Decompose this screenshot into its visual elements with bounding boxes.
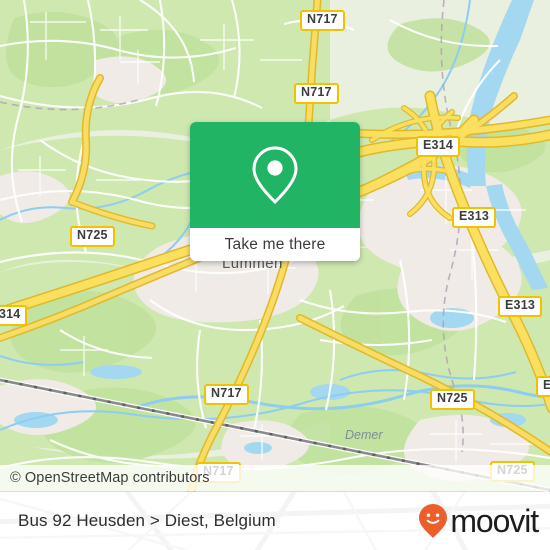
road-shield-e313-lower: E313	[498, 296, 542, 317]
road-shield-e314-edge: 314	[0, 305, 28, 326]
road-shield-n717-lower: N717	[204, 384, 249, 405]
osm-attribution-text: © OpenStreetMap contributors	[10, 470, 210, 486]
trip-title: Bus 92 Heusden > Diest, Belgium	[18, 511, 276, 530]
take-me-there-label: Take me there	[224, 235, 326, 253]
road-shield-n725-left: N725	[70, 226, 115, 247]
road-shield-e313-upper: E313	[452, 207, 496, 228]
moovit-wordmark: moovit	[450, 503, 539, 539]
road-shield-n725-right: N725	[430, 389, 475, 410]
location-pin-icon	[252, 146, 298, 205]
road-shield-n717-top: N717	[300, 10, 345, 31]
moovit-map-share-card: Lummen Demer N717 N717 E314 E313 E313 N7…	[0, 0, 550, 550]
footer-bar: Bus 92 Heusden > Diest, Belgium moovit	[0, 492, 550, 550]
road-shield-e313-edge: E3	[536, 376, 550, 397]
map-label-demer: Demer	[345, 428, 383, 442]
card-pin-area	[190, 122, 360, 228]
road-shield-e314: E314	[416, 136, 460, 157]
take-me-there-button[interactable]: Take me there	[190, 228, 360, 261]
moovit-pin-icon	[419, 504, 448, 538]
moovit-logo: moovit	[418, 503, 539, 539]
take-me-there-card[interactable]: Take me there	[190, 122, 360, 261]
road-shield-n717-upper: N717	[294, 83, 339, 104]
osm-attribution-bar: © OpenStreetMap contributors	[0, 465, 550, 491]
